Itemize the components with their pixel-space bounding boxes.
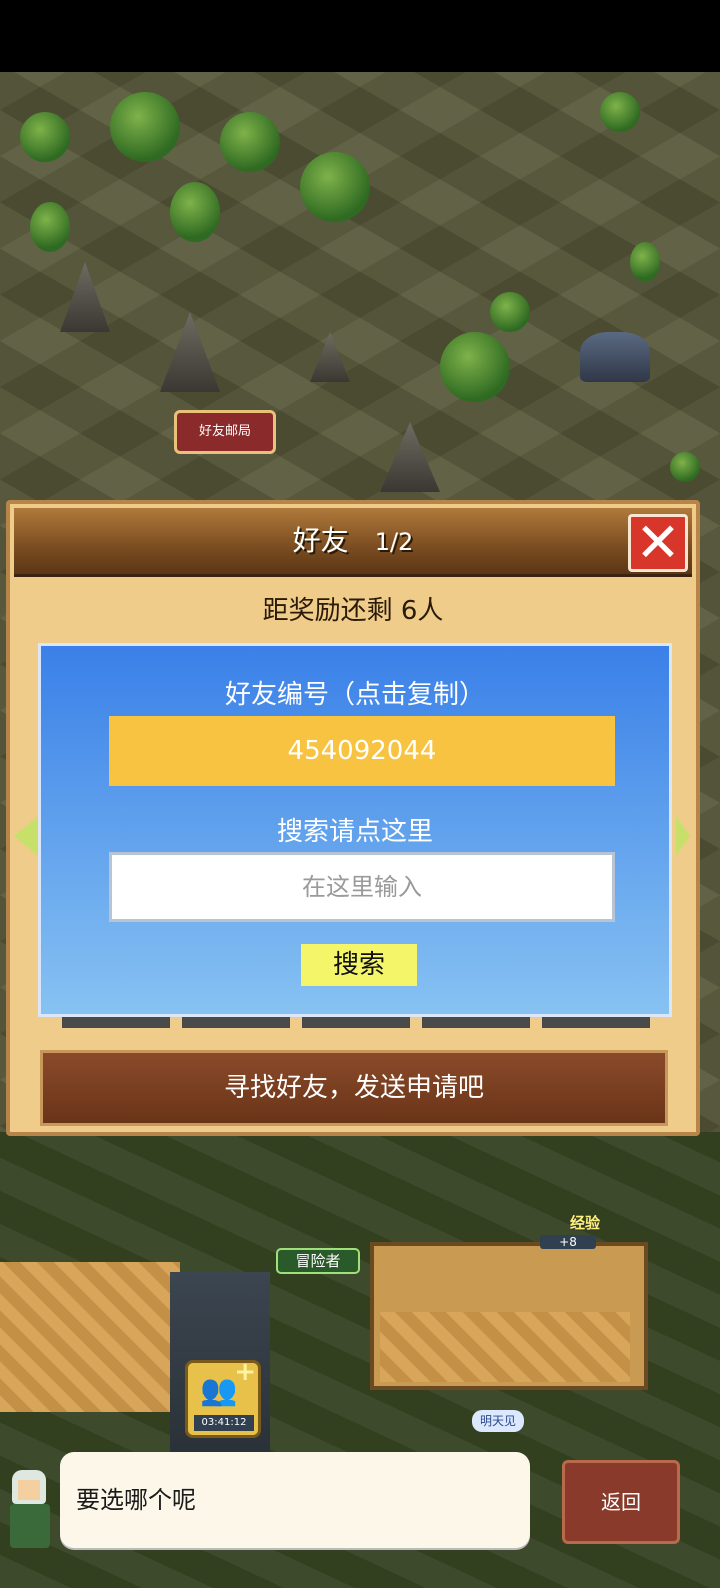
people-icon: 👥 — [200, 1373, 238, 1408]
tree — [20, 112, 70, 162]
npc-avatar — [4, 1470, 54, 1550]
tree — [600, 92, 640, 132]
tree — [630, 242, 660, 282]
friend-slot[interactable] — [422, 1016, 530, 1028]
adventurer-tag[interactable]: 冒险者 — [276, 1248, 360, 1274]
exp-value: +8 — [540, 1235, 596, 1249]
tree — [490, 292, 530, 332]
friend-code-value[interactable]: 454092044 — [109, 716, 615, 786]
dialog-header: 好友 1/2 ✕ — [14, 508, 692, 577]
prev-page-arrow-icon[interactable] — [14, 816, 38, 856]
plus-icon: + — [234, 1357, 256, 1387]
tree — [220, 112, 280, 172]
room-left[interactable] — [0, 1262, 180, 1412]
back-button[interactable]: 返回 — [562, 1460, 680, 1544]
reward-remaining-text: 距奖励还剩 6人 — [262, 596, 444, 626]
dialog-page-indicator: 1/2 — [374, 528, 414, 556]
friend-slot[interactable] — [542, 1016, 650, 1028]
npc-body — [10, 1504, 50, 1548]
tree — [440, 332, 510, 402]
close-icon: ✕ — [635, 511, 681, 574]
tomorrow-tag: 明天见 — [472, 1410, 524, 1432]
search-input[interactable] — [109, 852, 615, 922]
chat-message: 要选哪个呢 — [76, 1486, 196, 1514]
friend-slot[interactable] — [62, 1016, 170, 1028]
tree — [30, 202, 70, 252]
friend-code-label: 好友编号（点击复制） — [224, 680, 485, 710]
tree — [670, 452, 700, 482]
exp-label: 经验 — [570, 1214, 601, 1232]
npc-face — [18, 1480, 40, 1500]
friend-mailbox-tag[interactable]: 好友邮局 — [174, 410, 276, 454]
friend-slot[interactable] — [182, 1016, 290, 1028]
tree — [170, 182, 220, 242]
rock — [160, 312, 220, 392]
tree — [110, 92, 180, 162]
close-button[interactable]: ✕ — [628, 514, 688, 572]
rock — [380, 422, 440, 492]
dialog-title-text: 好友 — [292, 524, 349, 557]
next-page-arrow-icon[interactable] — [676, 816, 690, 856]
rock — [60, 262, 110, 332]
room-right-floor — [380, 1312, 630, 1382]
tree — [300, 152, 370, 222]
exp-indicator: 经验 +8 — [540, 1212, 610, 1254]
chat-bubble: 要选哪个呢 — [60, 1452, 530, 1548]
badge-timer: 03:41:12 — [193, 1414, 255, 1432]
boulder — [580, 332, 650, 382]
friend-code-panel: 好友编号（点击复制） 454092044 搜索请点这里 搜索 — [38, 643, 672, 1017]
friend-slot-row-bottom — [62, 1016, 662, 1028]
status-bar — [0, 0, 720, 72]
search-button[interactable]: 搜索 — [301, 944, 417, 986]
find-friends-message: 寻找好友，发送申请吧 — [40, 1050, 668, 1126]
search-label: 搜索请点这里 — [276, 817, 433, 847]
rock — [310, 332, 350, 382]
friend-slot[interactable] — [302, 1016, 410, 1028]
dialog-title: 好友 1/2 — [14, 508, 692, 574]
